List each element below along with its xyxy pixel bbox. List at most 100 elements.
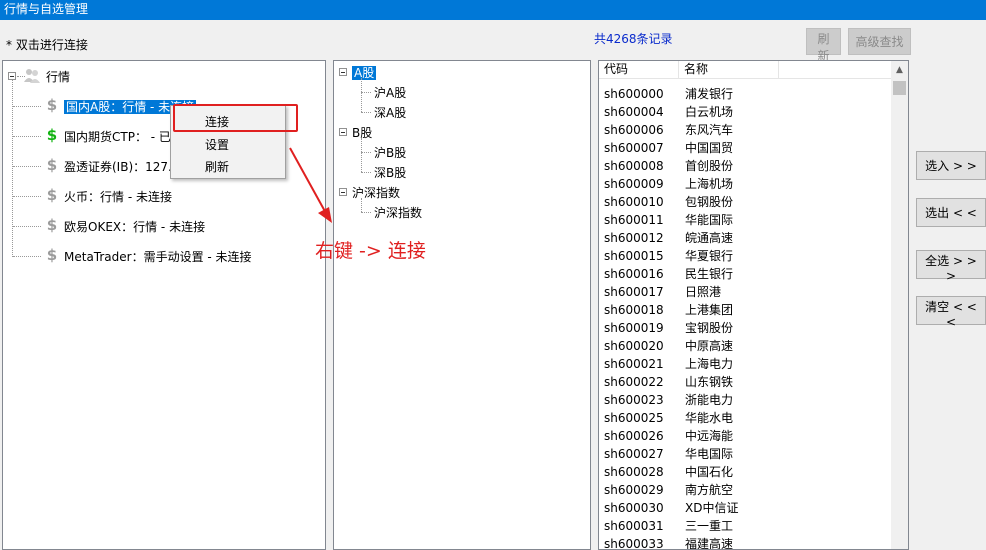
table-row[interactable]: sh600015 华夏银行	[599, 247, 893, 265]
table-row[interactable]: sh600026 中远海能	[599, 427, 893, 445]
menu-item-refresh[interactable]: 刷新	[205, 158, 229, 175]
stock-name: 华能国际	[685, 213, 734, 227]
collapse-icon[interactable]	[339, 188, 347, 196]
stock-name: 福建高速	[685, 537, 734, 550]
refresh-button[interactable]: 刷新	[806, 28, 841, 63]
table-row[interactable]: sh600030 XD中信证	[599, 499, 893, 517]
select-all-button[interactable]: 全选 > > >	[916, 250, 986, 283]
window-title: 行情与自选管理	[0, 0, 986, 20]
menu-item-settings[interactable]: 设置	[205, 136, 229, 153]
table-row[interactable]: sh600007 中国国贸	[599, 139, 893, 157]
table-row[interactable]: sh600019 宝钢股份	[599, 319, 893, 337]
dollar-icon: $	[46, 246, 58, 264]
category-child[interactable]: 深B股	[374, 164, 406, 181]
table-row[interactable]: sh600027 华电国际	[599, 445, 893, 463]
stock-code: sh600010	[604, 195, 664, 209]
stock-name: 皖通高速	[685, 231, 734, 245]
stock-name: 包钢股份	[685, 195, 734, 209]
column-header-code[interactable]: 代码	[599, 61, 679, 79]
category-child[interactable]: 沪A股	[374, 84, 406, 101]
tree-root-market[interactable]: 行情	[46, 68, 70, 85]
table-row[interactable]: sh600004 白云机场	[599, 103, 893, 121]
stock-code: sh600026	[604, 429, 664, 443]
advanced-search-button[interactable]: 高级查找	[848, 28, 911, 55]
table-row[interactable]: sh600020 中原高速	[599, 337, 893, 355]
category-group[interactable]: 沪深指数	[352, 184, 400, 201]
table-row[interactable]: sh600029 南方航空	[599, 481, 893, 499]
table-row[interactable]: sh600008 首创股份	[599, 157, 893, 175]
dollar-icon: $	[46, 156, 58, 174]
tree-item-market[interactable]: 火币：行情 - 未连接	[64, 188, 172, 205]
table-row[interactable]: sh600018 上港集团	[599, 301, 893, 319]
column-header-extra[interactable]	[779, 61, 893, 79]
dollar-icon: $	[46, 126, 58, 144]
table-row[interactable]: sh600009 上海机场	[599, 175, 893, 193]
stock-name: 中国石化	[685, 465, 734, 479]
stock-name: 华电国际	[685, 447, 734, 461]
stock-name: XD中信证	[685, 501, 739, 515]
stock-code: sh600017	[604, 285, 664, 299]
stock-name: 华夏银行	[685, 249, 734, 263]
stock-name: 首创股份	[685, 159, 734, 173]
select-in-button[interactable]: 选入 > >	[916, 151, 986, 180]
table-row[interactable]: sh600011 华能国际	[599, 211, 893, 229]
dollar-icon: $	[46, 96, 58, 114]
stock-code: sh600007	[604, 141, 664, 155]
category-group-label: B股	[352, 126, 373, 140]
category-child[interactable]: 深A股	[374, 104, 406, 121]
table-row[interactable]: sh600023 浙能电力	[599, 391, 893, 409]
stock-name: 民生银行	[685, 267, 734, 281]
select-out-button[interactable]: 选出 < <	[916, 198, 986, 227]
table-row[interactable]: sh600021 上海电力	[599, 355, 893, 373]
column-header-name[interactable]: 名称	[679, 61, 779, 79]
category-child[interactable]: 沪深指数	[374, 204, 422, 221]
table-row[interactable]: sh600017 日照港	[599, 283, 893, 301]
vertical-scrollbar[interactable]: ▲	[891, 61, 908, 549]
stock-name: 上海机场	[685, 177, 734, 191]
table-row[interactable]: sh600031 三一重工	[599, 517, 893, 535]
stock-name: 中国国贸	[685, 141, 734, 155]
stock-name: 浙能电力	[685, 393, 734, 407]
stock-code: sh600027	[604, 447, 664, 461]
table-row[interactable]: sh600028 中国石化	[599, 463, 893, 481]
tree-item-market[interactable]: MetaTrader：需手动设置 - 未连接	[64, 248, 252, 265]
category-child[interactable]: 沪B股	[374, 144, 406, 161]
stock-code: sh600019	[604, 321, 664, 335]
category-group[interactable]: A股	[352, 64, 377, 81]
table-row[interactable]: sh600006 东风汽车	[599, 121, 893, 139]
stock-name: 上海电力	[685, 357, 734, 371]
category-group-label: A股	[352, 66, 377, 80]
stock-code: sh600000	[604, 87, 664, 101]
stock-list[interactable]: 代码 名称 sh600000 浦发银行 sh600004 白云机场 sh600006 东风…	[598, 60, 909, 550]
table-row[interactable]: sh600033 福建高速	[599, 535, 893, 550]
table-row[interactable]: sh600010 包钢股份	[599, 193, 893, 211]
collapse-icon[interactable]	[8, 72, 16, 80]
table-row[interactable]: sh600012 皖通高速	[599, 229, 893, 247]
table-row[interactable]: sh600022 山东钢铁	[599, 373, 893, 391]
tree-item-market[interactable]: 盈透证券(IB)：127.	[64, 158, 172, 175]
stock-name: 中远海能	[685, 429, 734, 443]
stock-code: sh600015	[604, 249, 664, 263]
highlight-box	[173, 104, 298, 132]
stock-code: sh600023	[604, 393, 664, 407]
stock-code: sh600006	[604, 123, 664, 137]
stock-name: 宝钢股份	[685, 321, 734, 335]
table-row[interactable]: sh600025 华能水电	[599, 409, 893, 427]
stock-name: 日照港	[685, 285, 722, 299]
table-row[interactable]: sh600016 民生银行	[599, 265, 893, 283]
tree-item-label: 欧易OKEX：行情 - 未连接	[64, 220, 206, 234]
category-group[interactable]: B股	[352, 124, 372, 141]
tree-item-market[interactable]: 国内期货CTP： - 已	[64, 128, 171, 145]
collapse-icon[interactable]	[339, 68, 347, 76]
scroll-thumb[interactable]	[893, 81, 906, 95]
category-tree[interactable]: A股 沪A股 深A股 B股 沪B股 深B股 沪深指数 沪深指数	[333, 60, 591, 550]
clear-button[interactable]: 清空 < < <	[916, 296, 986, 329]
scroll-up-icon[interactable]: ▲	[891, 61, 908, 79]
stock-code: sh600031	[604, 519, 664, 533]
tree-item-market[interactable]: 欧易OKEX：行情 - 未连接	[64, 218, 205, 235]
table-row[interactable]: sh600000 浦发银行	[599, 85, 893, 103]
stock-name: 东风汽车	[685, 123, 734, 137]
stock-code: sh600011	[604, 213, 664, 227]
collapse-icon[interactable]	[339, 128, 347, 136]
stock-code: sh600025	[604, 411, 664, 425]
